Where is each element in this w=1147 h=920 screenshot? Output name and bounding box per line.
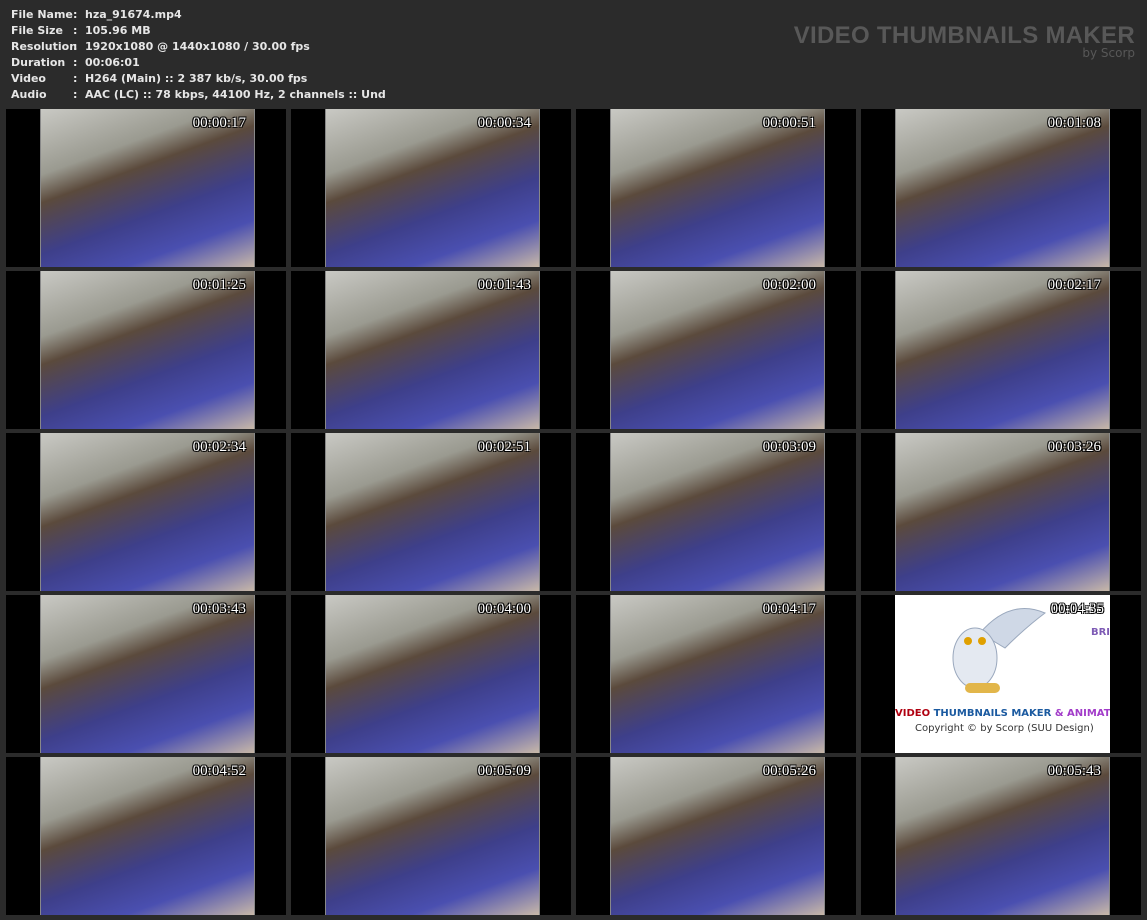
thumbnail-cell[interactable]: 00:00:34 <box>291 109 571 267</box>
video-frame: 00:05:43 <box>895 757 1110 915</box>
video-frame: 00:03:43 <box>40 595 255 753</box>
promo-frame: 00:04:35 BRI VIDEO THUMBNAILS MAKER & AN… <box>895 595 1110 753</box>
thumbnail-timestamp: 00:00:34 <box>477 115 531 131</box>
thumbnail-cell[interactable]: 00:01:08 <box>861 109 1141 267</box>
info-key: File Size <box>11 24 63 37</box>
info-key: Duration <box>11 56 66 69</box>
video-frame: 00:04:17 <box>610 595 825 753</box>
thumbnail-timestamp: 00:01:43 <box>477 277 531 293</box>
info-value: H264 (Main) :: 2 387 kb/s, 30.00 fps <box>85 72 308 85</box>
info-row: Resolution:1920x1080 @ 1440x1080 / 30.00… <box>11 39 386 55</box>
info-key: File Name <box>11 8 73 21</box>
thumbnail-cell[interactable]: 00:03:26 <box>861 433 1141 591</box>
info-colon: : <box>73 8 78 21</box>
video-frame: 00:00:17 <box>40 109 255 267</box>
thumbnail-cell[interactable]: 00:00:17 <box>6 109 286 267</box>
thumbnail-cell[interactable]: 00:02:34 <box>6 433 286 591</box>
video-frame: 00:02:00 <box>610 271 825 429</box>
info-colon: : <box>73 72 78 85</box>
thumbnail-timestamp: 00:02:51 <box>477 439 531 455</box>
info-value: hza_91674.mp4 <box>85 8 182 21</box>
thumbnail-timestamp: 00:03:43 <box>192 601 246 617</box>
thumbnail-cell[interactable]: 00:05:09 <box>291 757 571 915</box>
info-row: Duration:00:06:01 <box>11 55 386 71</box>
thumbnail-cell[interactable]: 00:00:51 <box>576 109 856 267</box>
thumbnail-cell[interactable]: 00:03:43 <box>6 595 286 753</box>
video-frame: 00:05:26 <box>610 757 825 915</box>
thumbnail-cell[interactable]: 00:02:51 <box>291 433 571 591</box>
thumbnail-timestamp: 00:03:26 <box>1047 439 1101 455</box>
video-frame: 00:02:17 <box>895 271 1110 429</box>
thumbnail-timestamp: 00:04:17 <box>762 601 816 617</box>
video-frame: 00:03:26 <box>895 433 1110 591</box>
file-info: File Name: hza_91674.mp4 File Size:105.96 … <box>11 7 386 103</box>
thumbnail-timestamp: 00:04:52 <box>192 763 246 779</box>
info-row: Video: H264 (Main) :: 2 387 kb/s, 30.00 f… <box>11 71 386 87</box>
thumbnail-timestamp: 00:00:17 <box>192 115 246 131</box>
video-frame: 00:04:00 <box>325 595 540 753</box>
video-frame: 00:03:09 <box>610 433 825 591</box>
info-row: File Size:105.96 MB <box>11 23 386 39</box>
thumbnail-timestamp: 00:02:34 <box>192 439 246 455</box>
video-frame: 00:00:51 <box>610 109 825 267</box>
thumbnail-cell[interactable]: 00:01:43 <box>291 271 571 429</box>
thumbnail-timestamp: 00:03:09 <box>762 439 816 455</box>
thumbnail-timestamp: 00:04:35 <box>1050 601 1104 617</box>
video-frame: 00:01:25 <box>40 271 255 429</box>
video-frame: 00:04:52 <box>40 757 255 915</box>
info-value: 105.96 MB <box>85 24 151 37</box>
thumbnail-timestamp: 00:05:43 <box>1047 763 1101 779</box>
video-frame: 00:02:34 <box>40 433 255 591</box>
brand-logo: VIDEO THUMBNAILS MAKER by Scorp <box>794 22 1135 60</box>
thumbnail-timestamp: 00:04:00 <box>477 601 531 617</box>
info-key: Resolution <box>11 40 78 53</box>
thumbnail-cell[interactable]: 00:03:09 <box>576 433 856 591</box>
thumbnail-cell[interactable]: 00:04:52 <box>6 757 286 915</box>
info-value: 00:06:01 <box>85 56 140 69</box>
owl-logo-icon <box>952 608 1046 693</box>
thumbnail-cell[interactable]: 00:02:17 <box>861 271 1141 429</box>
thumbnail-cell[interactable]: 00:04:35 BRI VIDEO THUMBNAILS MAKER & AN… <box>861 595 1141 753</box>
info-key: Audio <box>11 88 47 101</box>
thumbnail-cell[interactable]: 00:04:00 <box>291 595 571 753</box>
info-colon: : <box>73 56 78 69</box>
info-value: AAC (LC) :: 78 kbps, 44100 Hz, 2 channel… <box>85 88 386 101</box>
thumbnail-timestamp: 00:02:17 <box>1047 277 1101 293</box>
info-row: Audio: AAC (LC) :: 78 kbps, 44100 Hz, 2 c… <box>11 87 386 103</box>
thumbnail-timestamp: 00:02:00 <box>762 277 816 293</box>
thumbnail-timestamp: 00:01:08 <box>1047 115 1101 131</box>
info-colon: : <box>73 40 78 53</box>
info-key: Video <box>11 72 46 85</box>
thumbnail-cell[interactable]: 00:02:00 <box>576 271 856 429</box>
thumbnail-grid: 00:00:17 00:00:34 00:00:51 00:01:08 00:01:25… <box>6 109 1141 915</box>
thumbnail-timestamp: 00:05:09 <box>477 763 531 779</box>
thumbnail-cell[interactable]: 00:05:26 <box>576 757 856 915</box>
promo-title: VIDEO THUMBNAILS MAKER & ANIMATOR <box>895 708 1110 719</box>
thumbnail-timestamp: 00:01:25 <box>192 277 246 293</box>
info-row: File Name: hza_91674.mp4 <box>11 7 386 23</box>
thumbnail-timestamp: 00:00:51 <box>762 115 816 131</box>
video-frame: 00:01:08 <box>895 109 1110 267</box>
thumbnail-cell[interactable]: 00:05:43 <box>861 757 1141 915</box>
info-colon: : <box>73 88 78 101</box>
info-value: 1920x1080 @ 1440x1080 / 30.00 fps <box>85 40 310 53</box>
video-frame: 00:02:51 <box>325 433 540 591</box>
video-frame: 00:05:09 <box>325 757 540 915</box>
video-frame: 00:01:43 <box>325 271 540 429</box>
thumbnail-cell[interactable]: 00:01:25 <box>6 271 286 429</box>
thumbnail-cell[interactable]: 00:04:17 <box>576 595 856 753</box>
thumbnail-timestamp: 00:05:26 <box>762 763 816 779</box>
info-colon: : <box>73 24 78 37</box>
video-frame: 00:00:34 <box>325 109 540 267</box>
promo-bri: BRI <box>1090 627 1110 638</box>
promo-copyright: Copyright © by Scorp (SUU Design) <box>915 723 1094 734</box>
